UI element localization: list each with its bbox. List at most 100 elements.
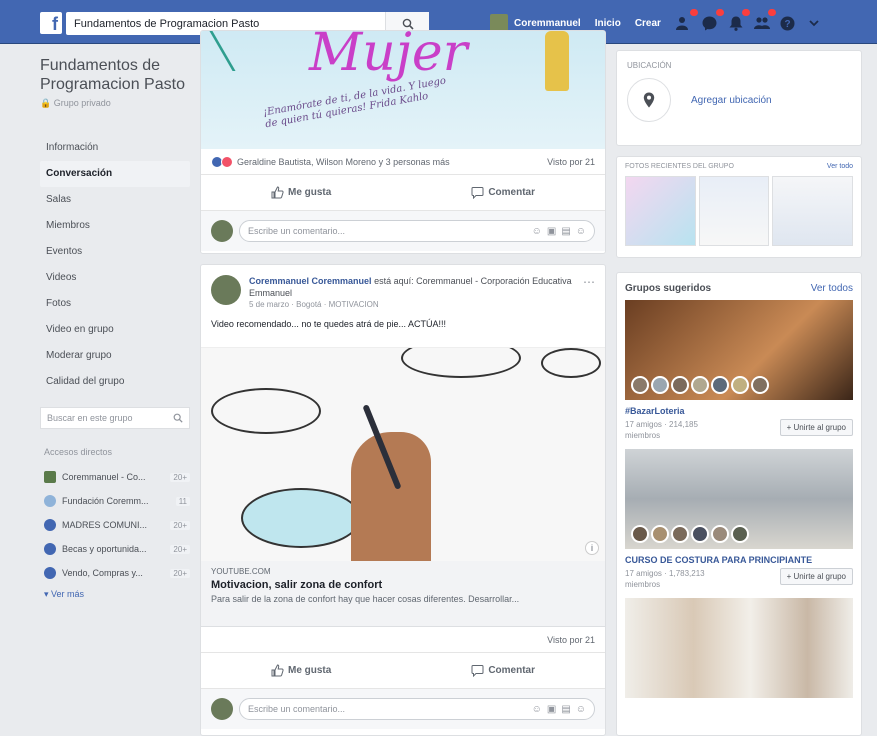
group-name[interactable]: Fundamentos de Programacion Pasto (40, 56, 190, 94)
location-label: UBICACIÓN (627, 61, 672, 70)
photo-thumbnail[interactable] (698, 176, 770, 246)
video-preview[interactable]: i (201, 347, 605, 561)
suggested-groups-see-all[interactable]: Ver todos (811, 283, 853, 294)
add-location-link[interactable]: Agregar ubicación (691, 95, 772, 106)
comment-button[interactable]: Comentar (471, 186, 535, 199)
join-group-button[interactable]: + Unirte al grupo (779, 568, 853, 585)
emoji-icon[interactable]: ☺ (532, 704, 542, 715)
banner-quote-text: ¡Enamórate de ti, de la vida. Y luego de… (262, 75, 447, 131)
hand-drawing-image (351, 432, 431, 561)
shortcut-count: 20+ (170, 472, 190, 482)
like-label: Me gusta (287, 665, 332, 676)
comment-button[interactable]: Comentar (471, 664, 535, 677)
comment-label: Comentar (488, 665, 535, 676)
gif-icon[interactable]: ▤ (561, 704, 570, 715)
menu-item-eventos[interactable]: Eventos (40, 239, 190, 265)
shortcut-item[interactable]: Vendo, Compras y... 20+ (40, 561, 190, 585)
suggested-group-cover[interactable] (625, 449, 853, 549)
menu-item-informacion[interactable]: Información (40, 135, 190, 161)
post-timestamp[interactable]: 5 de marzo · Bogotá · MOTIVACION (249, 299, 583, 311)
comment-label: Comentar (488, 187, 535, 198)
sticker-icon[interactable]: ☺ (576, 704, 586, 715)
gif-icon[interactable]: ▤ (561, 226, 570, 237)
messenger-icon[interactable] (701, 8, 725, 32)
member-avatar (631, 525, 649, 543)
like-button[interactable]: Me gusta (271, 186, 331, 199)
menu-item-salas[interactable]: Salas (40, 187, 190, 213)
menu-item-moderar-grupo[interactable]: Moderar grupo (40, 343, 190, 369)
seen-by-count[interactable]: Visto por 21 (547, 635, 595, 645)
home-link[interactable]: Inicio (595, 18, 621, 29)
menu-item-videos[interactable]: Videos (40, 265, 190, 291)
group-icon (44, 543, 56, 555)
recent-photos-see-all[interactable]: Ver todo (827, 163, 853, 170)
friend-requests-icon[interactable] (675, 8, 699, 32)
search-icon (402, 18, 414, 30)
user-avatar (211, 698, 233, 720)
sketch-shape (401, 348, 521, 378)
suggested-group-name[interactable]: #BazarLoteria (617, 400, 861, 417)
notifications-icon[interactable] (727, 8, 751, 32)
menu-item-conversacion[interactable]: Conversación (40, 161, 190, 187)
comment-input[interactable]: Escribe un comentario... ☺ ▣ ▤ ☺ (239, 698, 595, 720)
sketch-shape (211, 388, 321, 434)
menu-item-video-en-grupo[interactable]: Video en grupo (40, 317, 190, 343)
see-more-link[interactable]: ▾ Ver más (40, 589, 190, 600)
suggested-group-footer: 17 amigos · 214,185 miembros + Unirte al… (617, 417, 861, 449)
profile-link[interactable]: Coremmanuel (514, 18, 581, 29)
group-search-input[interactable]: Buscar en este grupo (40, 407, 190, 429)
group-search-placeholder: Buscar en este grupo (47, 413, 133, 423)
link-description: Para salir de la zona de confort hay que… (211, 594, 520, 604)
author-name[interactable]: Coremmanuel Coremmanuel (249, 276, 372, 286)
reactions-summary: Geraldine Bautista, Wilson Moreno y 3 pe… (201, 149, 605, 175)
menu-item-fotos[interactable]: Fotos (40, 291, 190, 317)
like-button[interactable]: Me gusta (271, 664, 331, 677)
sticker-icon[interactable]: ☺ (576, 226, 586, 237)
shortcut-item[interactable]: MADRES COMUNI... 20+ (40, 513, 190, 537)
suggested-group-cover[interactable] (625, 300, 853, 400)
love-reaction-icon (221, 155, 233, 168)
user-avatar (211, 220, 233, 242)
comment-input[interactable]: Escribe un comentario... ☺ ▣ ▤ ☺ (239, 220, 595, 242)
group-privacy-label: Grupo privado (53, 98, 111, 108)
photo-thumbnail[interactable] (625, 176, 696, 246)
post-text: Video recomendado... no te quedes atrá d… (211, 319, 446, 329)
member-avatar (731, 525, 749, 543)
shortcut-item[interactable]: Becas y oportunida... 20+ (40, 537, 190, 561)
shortcut-count: 20+ (170, 544, 190, 554)
more-options-icon[interactable]: ⋯ (583, 275, 595, 317)
lock-icon: 🔒 (40, 98, 54, 108)
menu-item-miembros[interactable]: Miembros (40, 213, 190, 239)
emoji-icon[interactable]: ☺ (532, 226, 542, 237)
search-icon (173, 413, 183, 423)
photo-thumbnail[interactable] (772, 176, 854, 246)
shortcut-item[interactable]: Coremmanuel - Co... 20+ (40, 465, 190, 489)
create-link[interactable]: Crear (635, 18, 661, 29)
seen-by-count[interactable]: Visto por 21 (547, 157, 595, 167)
account-menu-chevron-down-icon[interactable] (805, 14, 823, 32)
info-icon[interactable]: i (585, 541, 599, 555)
suggested-group-members: 17 amigos · 214,185 miembros (625, 420, 698, 440)
menu-item-calidad-del-grupo[interactable]: Calidad del grupo (40, 369, 190, 395)
join-group-button[interactable]: + Unirte al grupo (779, 419, 853, 436)
camera-icon[interactable]: ▣ (547, 226, 556, 237)
group-menu: Información Conversación Salas Miembros … (40, 135, 190, 395)
suggested-group-cover[interactable] (625, 598, 853, 698)
shortcut-item[interactable]: Fundación Coremm... 11 (40, 489, 190, 513)
facebook-logo-icon[interactable]: f (40, 12, 62, 34)
groups-icon[interactable] (753, 8, 777, 32)
help-icon[interactable]: ? (779, 14, 797, 32)
member-avatar (651, 525, 669, 543)
author-avatar[interactable] (211, 275, 241, 305)
link-preview[interactable]: YOUTUBE.COM Motivacion, salir zona de co… (201, 561, 605, 627)
suggested-group-name[interactable]: CURSO DE COSTURA PARA PRINCIPIANTE (617, 549, 861, 566)
reactions-text[interactable]: Geraldine Bautista, Wilson Moreno y 3 pe… (237, 157, 547, 167)
shortcut-label: Fundación Coremm... (62, 496, 149, 506)
post-image[interactable]: Mujer ¡Enamórate de ti, de la vida. Y lu… (201, 31, 605, 149)
add-location-row[interactable]: Agregar ubicación (617, 70, 861, 130)
member-avatar (671, 376, 689, 394)
post-actions: Me gusta Comentar (201, 175, 605, 211)
member-avatar (651, 376, 669, 394)
comment-composer: Escribe un comentario... ☺ ▣ ▤ ☺ (201, 689, 605, 729)
camera-icon[interactable]: ▣ (547, 704, 556, 715)
